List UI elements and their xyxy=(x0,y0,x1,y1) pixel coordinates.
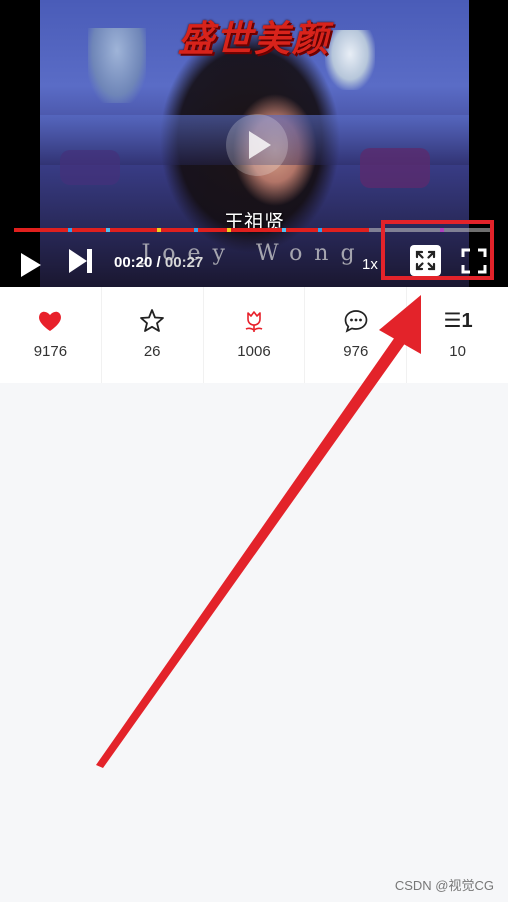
progress-marker xyxy=(157,228,161,232)
annotation-highlight-box xyxy=(381,220,494,280)
total-time: 00:27 xyxy=(164,254,204,271)
video-player[interactable]: 盛世美颜 王祖贤 Joey Wong 00:20 / 00:27 1x xyxy=(0,0,508,287)
comment-button[interactable]: 976 xyxy=(305,287,408,383)
gift-button[interactable]: 1006 xyxy=(204,287,306,383)
playlist-count: 10 xyxy=(449,343,466,360)
progress-marker xyxy=(68,228,72,232)
video-title-overlay: 盛世美颜 xyxy=(177,18,330,60)
playlist-button[interactable]: ☰1 10 xyxy=(407,287,508,383)
progress-marker xyxy=(194,228,198,232)
star-icon xyxy=(138,307,166,335)
favorite-button[interactable]: 26 xyxy=(102,287,204,383)
comment-icon xyxy=(342,307,370,335)
play-overlay-icon[interactable] xyxy=(226,114,288,176)
favorite-count: 26 xyxy=(143,343,161,360)
current-time: 00:20 xyxy=(114,254,153,271)
watermark: CSDN @视觉CG xyxy=(394,878,494,893)
like-button[interactable]: 9176 xyxy=(0,287,102,383)
speed-button[interactable]: 1x xyxy=(362,256,378,273)
progress-marker xyxy=(282,228,286,232)
time-display: 00:20 / 00:27 xyxy=(114,254,203,271)
list-icon: ☰1 xyxy=(443,310,473,332)
background-seat-left xyxy=(60,150,120,185)
progress-marker xyxy=(227,228,231,232)
play-icon[interactable] xyxy=(18,252,42,278)
time-separator: / xyxy=(152,254,165,271)
progress-marker xyxy=(318,228,322,232)
gift-count: 1006 xyxy=(237,343,271,360)
like-count: 9176 xyxy=(33,343,68,360)
comment-count: 976 xyxy=(343,343,369,360)
background-seat xyxy=(360,148,430,188)
flower-icon xyxy=(240,307,268,335)
action-bar: 9176 26 1006 976 ☰1 10 xyxy=(0,287,508,383)
heart-icon xyxy=(36,307,64,335)
progress-marker xyxy=(106,228,110,232)
next-icon[interactable] xyxy=(69,248,95,274)
